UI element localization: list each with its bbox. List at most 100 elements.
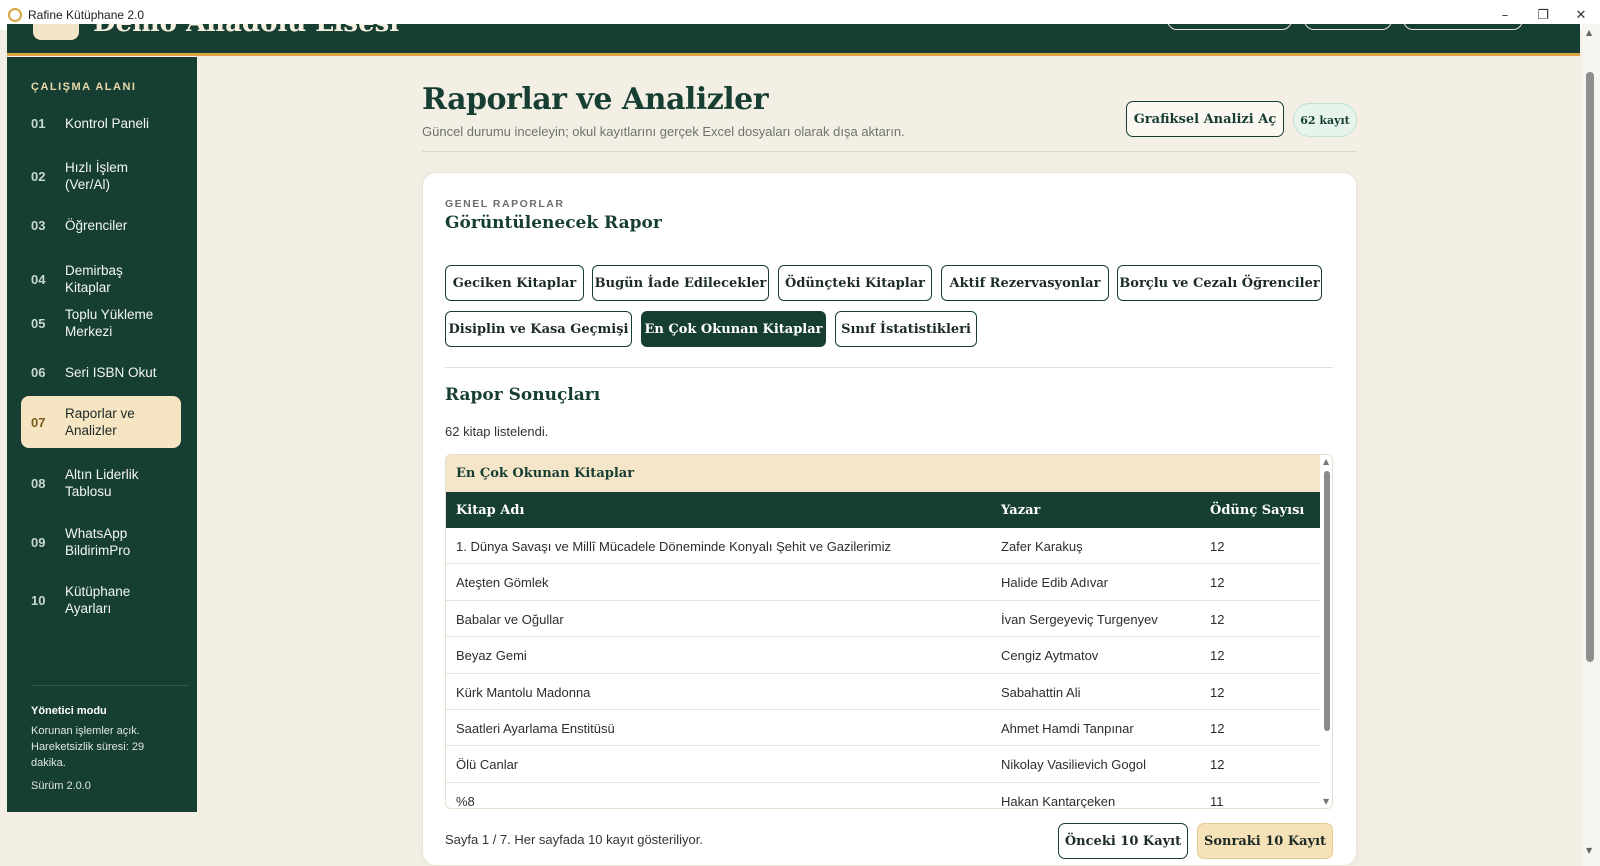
cell-author: Hakan Kantarçeken	[1001, 793, 1116, 809]
sidebar-item-whatsapp[interactable]: 09 WhatsApp BildirimPro	[21, 519, 181, 565]
table-row[interactable]: Beyaz Gemi Cengiz Aytmatov 12	[446, 637, 1320, 674]
report-button-bugun-iade[interactable]: Bugün İade Edilecekler	[592, 265, 769, 301]
sidebar-item-seri-isbn[interactable]: 06 Seri ISBN Okut	[21, 358, 181, 387]
sidebar-item-label: Altın Liderlik Tablosu	[65, 467, 139, 499]
record-count-badge: 62 kayıt	[1293, 103, 1357, 137]
cell-book-title: Kürk Mantolu Madonna	[456, 684, 591, 700]
school-logo	[33, 24, 79, 40]
sidebar-item-label: Demirbaş Kitaplar	[65, 263, 123, 295]
sidebar-item-number: 01	[31, 116, 46, 131]
scroll-up-icon[interactable]: ▲	[1586, 28, 1592, 37]
table-row[interactable]: 1. Dünya Savaşı ve Millî Mücadele Dönemi…	[446, 528, 1320, 565]
column-header-kitap-adi[interactable]: Kitap Adı	[456, 503, 524, 518]
cell-loan-count: 12	[1210, 611, 1225, 627]
sidebar-item-ogrenciler[interactable]: 03 Öğrenciler	[21, 211, 181, 240]
previous-page-button[interactable]: Önceki 10 Kayıt	[1058, 823, 1188, 859]
report-button-geciken-kitaplar[interactable]: Geciken Kitaplar	[445, 265, 584, 301]
sidebar-item-number: 02	[31, 168, 46, 184]
sidebar-item-label: WhatsApp BildirimPro	[65, 526, 131, 558]
window-scroll-thumb[interactable]	[1586, 72, 1594, 662]
scroll-up-icon[interactable]: ▲	[1323, 457, 1329, 466]
sidebar-item-label: Kütüphane Ayarları	[65, 584, 131, 616]
table-header: Kitap Adı Yazar Ödünç Sayısı	[446, 492, 1320, 528]
sidebar-item-number: 05	[31, 315, 46, 331]
table-caption: En Çok Okunan Kitaplar	[446, 455, 1320, 492]
cell-loan-count: 12	[1210, 648, 1225, 664]
scroll-down-icon[interactable]: ▼	[1586, 846, 1592, 855]
sidebar-divider	[31, 685, 189, 686]
cell-book-title: Babalar ve Oğullar	[456, 611, 564, 627]
report-button-borclu-ogrenciler[interactable]: Borçlu ve Cezalı Öğrenciler	[1117, 265, 1322, 301]
table-row[interactable]: %8 Hakan Kantarçeken 11	[446, 783, 1320, 809]
sidebar-section-title: ÇALIŞMA ALANI	[31, 81, 137, 93]
table-scroll-thumb[interactable]	[1324, 471, 1330, 731]
sidebar-item-number: 04	[31, 271, 46, 287]
next-page-button[interactable]: Sonraki 10 Kayıt	[1197, 823, 1333, 859]
cell-author: Sabahattin Ali	[1001, 684, 1081, 700]
cell-author: Halide Edib Adıvar	[1001, 575, 1108, 591]
section-title: Görüntülenecek Rapor	[445, 213, 662, 233]
header-action-button[interactable]	[1167, 24, 1292, 30]
sidebar-item-number: 10	[31, 592, 46, 608]
cell-book-title: Ölü Canlar	[456, 757, 519, 773]
cell-loan-count: 12	[1210, 539, 1225, 554]
cell-author: Nikolay Vasilievich Gogol	[1001, 757, 1146, 773]
cell-author: Cengiz Aytmatov	[1001, 648, 1099, 664]
school-name: Demo Anadolu Lisesi	[93, 24, 399, 38]
window-title: Rafine Kütüphane 2.0	[28, 8, 145, 22]
results-title: Rapor Sonuçları	[445, 385, 601, 405]
open-graph-analysis-button[interactable]: Grafiksel Analizi Aç	[1126, 101, 1284, 137]
table-scrollbar[interactable]: ▲ ▼	[1320, 455, 1332, 808]
sidebar-item-label: Toplu Yükleme Merkezi	[65, 307, 154, 339]
column-header-yazar[interactable]: Yazar	[1001, 503, 1040, 518]
window-scrollbar[interactable]: ▲ ▼	[1582, 24, 1600, 866]
app-logo-icon	[8, 8, 22, 22]
sidebar: ÇALIŞMA ALANI 01 Kontrol Paneli 02 Hızlı…	[7, 57, 197, 812]
header-action-button[interactable]	[1403, 24, 1523, 30]
page-subtitle: Güncel durumu inceleyin; okul kayıtların…	[422, 124, 905, 139]
sidebar-item-number: 09	[31, 534, 46, 550]
section-kicker: GENEL RAPORLAR	[445, 198, 565, 210]
cell-loan-count: 12	[1210, 575, 1225, 591]
table-row[interactable]: Babalar ve Oğullar İvan Sergeyeviç Turge…	[446, 601, 1320, 638]
pagination-info: Sayfa 1 / 7. Her sayfada 10 kayıt göster…	[445, 832, 703, 847]
column-header-odunc-sayisi[interactable]: Ödünç Sayısı	[1210, 503, 1304, 518]
sidebar-item-kutuphane-ayarlari[interactable]: 10 Kütüphane Ayarları	[21, 577, 181, 623]
sidebar-item-label: Öğrenciler	[65, 218, 128, 233]
report-button-aktif-rezervasyonlar[interactable]: Aktif Rezervasyonlar	[941, 265, 1109, 301]
sidebar-item-raporlar[interactable]: 07 Raporlar ve Analizler	[21, 396, 181, 448]
cell-book-title: Saatleri Ayarlama Enstitüsü	[456, 720, 615, 736]
header-action-button[interactable]	[1304, 24, 1392, 30]
table-body: 1. Dünya Savaşı ve Millî Mücadele Dönemi…	[446, 528, 1320, 809]
cell-book-title: Beyaz Gemi	[456, 648, 527, 664]
results-count: 62 kitap listelendi.	[445, 424, 549, 439]
sidebar-item-number: 06	[31, 365, 46, 380]
report-button-en-cok-okunan[interactable]: En Çok Okunan Kitaplar	[641, 311, 826, 347]
table-row[interactable]: Ölü Canlar Nikolay Vasilievich Gogol 12	[446, 746, 1320, 783]
cell-loan-count: 12	[1210, 684, 1225, 700]
scroll-down-icon[interactable]: ▼	[1323, 797, 1329, 806]
sidebar-item-number: 08	[31, 475, 46, 491]
table-row[interactable]: Kürk Mantolu Madonna Sabahattin Ali 12	[446, 674, 1320, 710]
report-button-oduncteki-kitaplar[interactable]: Ödünçteki Kitaplar	[778, 265, 932, 301]
app-version: Sürüm 2.0.0	[31, 780, 91, 792]
cell-loan-count: 12	[1210, 757, 1225, 773]
admin-mode-description: Korunan işlemler açık. Hareketsizlik sür…	[31, 725, 145, 769]
table-row[interactable]: Saatleri Ayarlama Enstitüsü Ahmet Hamdi …	[446, 710, 1320, 747]
report-button-sinif-istatistikleri[interactable]: Sınıf İstatistikleri	[835, 311, 977, 347]
sidebar-item-kontrol-paneli[interactable]: 01 Kontrol Paneli	[21, 109, 181, 138]
sidebar-item-hizli-islem[interactable]: 02 Hızlı İşlem (Ver/Al)	[21, 153, 181, 199]
sidebar-item-liderlik-tablosu[interactable]: 08 Altın Liderlik Tablosu	[21, 460, 181, 506]
table-row[interactable]: Ateşten Gömlek Halide Edib Adıvar 12	[446, 564, 1320, 601]
sidebar-item-toplu-yukleme[interactable]: 05 Toplu Yükleme Merkezi	[21, 300, 181, 346]
sidebar-item-label: Kontrol Paneli	[65, 116, 150, 131]
sidebar-item-demirbas-kitaplar[interactable]: 04 Demirbaş Kitaplar	[21, 256, 181, 302]
cell-book-title: 1. Dünya Savaşı ve Millî Mücadele Dönemi…	[456, 539, 891, 554]
sidebar-item-number: 07	[31, 414, 46, 430]
card-divider	[445, 367, 1333, 368]
sidebar-item-label: Raporlar ve Analizler	[65, 406, 135, 438]
report-button-disiplin-kasa[interactable]: Disiplin ve Kasa Geçmişi	[445, 311, 632, 347]
cell-author: Zafer Karakuş	[1001, 539, 1083, 554]
sidebar-item-label: Hızlı İşlem (Ver/Al)	[65, 160, 129, 192]
cell-book-title: Ateşten Gömlek	[456, 575, 549, 591]
